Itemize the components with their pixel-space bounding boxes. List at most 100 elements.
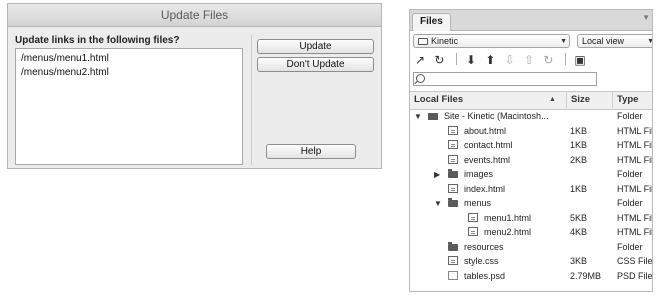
file-list-header: Local Files ▲ Size Type [410, 91, 652, 110]
list-item[interactable]: /menus/menu1.html [21, 52, 237, 66]
file-type: Folder [617, 111, 643, 121]
site-select-value: Kinetic [431, 36, 459, 46]
table-row[interactable]: ▼ Site - Kinetic (Macintosh... Folder [410, 109, 652, 124]
put-files-icon[interactable]: ⬆ [483, 53, 497, 67]
file-size: 2.79MB [570, 270, 602, 281]
file-type: Folder [617, 169, 643, 179]
file-size: 4KB [570, 227, 588, 237]
divider [564, 53, 566, 65]
html-file-icon [448, 154, 458, 164]
view-select[interactable]: Local view ▼ [577, 34, 652, 48]
folder-icon [448, 198, 458, 207]
folder-icon [418, 38, 428, 45]
dialog-prompt: Update links in the following files? [15, 35, 180, 46]
psd-file-icon [448, 270, 458, 280]
html-file-icon [448, 183, 458, 193]
file-name: style.css [464, 256, 499, 266]
table-row[interactable]: contact.html 1KB HTML File [410, 138, 652, 153]
help-button[interactable]: Help [266, 144, 356, 159]
connect-icon[interactable]: ↗ [413, 53, 427, 67]
linked-files-list[interactable]: /menus/menu1.html /menus/menu2.html [15, 48, 243, 165]
dialog-title: Update Files [8, 4, 381, 27]
file-name: contact.html [464, 140, 513, 150]
file-type: HTML File [617, 140, 652, 150]
html-file-icon [448, 125, 458, 135]
site-icon [428, 113, 438, 120]
file-name: menus [464, 198, 492, 208]
chevron-down-icon: ▼ [647, 35, 652, 47]
file-name: about.html [464, 125, 507, 136]
refresh-icon[interactable]: ↻ [432, 53, 446, 67]
update-button[interactable]: Update [257, 39, 374, 54]
file-type: HTML File [617, 227, 652, 237]
file-type: HTML File [617, 154, 652, 165]
table-row[interactable]: menu1.html 5KB HTML File [410, 211, 652, 226]
file-size: 2KB [570, 154, 588, 165]
file-name: images [464, 169, 494, 179]
column-local-files[interactable]: Local Files [414, 92, 463, 108]
table-row[interactable]: menu2.html 4KB HTML File [410, 225, 652, 240]
column-type[interactable]: Type [612, 92, 638, 108]
panel-menu-icon[interactable]: ▼ [642, 13, 650, 22]
check-out-icon[interactable]: ⇩ [503, 53, 517, 67]
table-row[interactable]: ▼ menus Folder [410, 196, 652, 211]
panel-tab-bar: Files ▼ [410, 10, 652, 31]
dont-update-button[interactable]: Don't Update [257, 57, 374, 72]
expand-view-icon[interactable]: ▣ [573, 53, 587, 67]
html-file-icon [468, 212, 478, 222]
html-file-icon [448, 256, 458, 265]
file-type: HTML File [617, 183, 652, 194]
folder-icon [448, 169, 458, 178]
update-files-dialog: Update Files Update links in the followi… [7, 3, 382, 169]
file-actions-toolbar: ↗ ↻ ⬇ ⬆ ⇩ ⇧ ↻ ▣ [413, 53, 589, 69]
file-name: tables.psd [464, 270, 506, 281]
sort-ascending-icon: ▲ [549, 96, 556, 103]
file-tree: ▼ Site - Kinetic (Macintosh... Folder about… [410, 109, 653, 284]
html-file-icon [448, 140, 458, 149]
file-type: Folder [617, 241, 643, 252]
table-row[interactable]: about.html 1KB HTML File [410, 124, 652, 139]
file-name: events.html [464, 154, 511, 165]
file-name: resources [464, 241, 504, 252]
file-type: PSD File [617, 270, 653, 281]
check-in-icon[interactable]: ⇧ [522, 53, 536, 67]
file-size: 5KB [570, 212, 588, 223]
disclosure-expanded-icon[interactable]: ▼ [414, 112, 422, 121]
file-size: 1KB [570, 183, 588, 194]
divider [251, 35, 252, 165]
files-panel: Files ▼ Kinetic ▼ Local view ▼ ↗ ↻ ⬇ ⬆ ⇩… [409, 9, 653, 292]
disclosure-collapsed-icon[interactable]: ▶ [434, 170, 440, 179]
file-type: Folder [617, 198, 643, 208]
table-row[interactable]: index.html 1KB HTML File [410, 182, 652, 197]
search-icon [416, 74, 425, 83]
table-row[interactable]: ▶ images Folder [410, 167, 652, 182]
file-name: Site - Kinetic (Macintosh... [444, 111, 549, 121]
table-row[interactable]: events.html 2KB HTML File [410, 153, 652, 168]
table-row[interactable]: style.css 3KB CSS File [410, 254, 653, 269]
tab-files[interactable]: Files [412, 13, 451, 31]
file-name: menu1.html [484, 212, 532, 223]
file-size: 1KB [570, 125, 588, 136]
folder-icon [448, 241, 458, 251]
file-name: index.html [464, 183, 506, 194]
table-row[interactable]: tables.psd 2.79MB PSD File [410, 269, 653, 284]
divider [455, 53, 457, 65]
synchronize-icon[interactable]: ↻ [541, 53, 555, 67]
disclosure-expanded-icon[interactable]: ▼ [434, 199, 442, 208]
site-toolbar: Kinetic ▼ Local view ▼ [413, 34, 652, 50]
file-name: menu2.html [484, 227, 532, 237]
file-size: 3KB [570, 256, 588, 266]
get-files-icon[interactable]: ⬇ [464, 53, 478, 67]
file-size: 1KB [570, 140, 588, 150]
list-item[interactable]: /menus/menu2.html [21, 66, 237, 80]
file-type: HTML File [617, 125, 652, 136]
column-size[interactable]: Size [566, 92, 590, 108]
file-type: CSS File [617, 256, 653, 266]
view-select-value: Local view [582, 36, 625, 46]
chevron-down-icon: ▼ [560, 38, 567, 45]
table-row[interactable]: resources Folder [410, 240, 652, 255]
html-file-icon [468, 227, 478, 236]
file-type: HTML File [617, 212, 652, 223]
site-select[interactable]: Kinetic ▼ [413, 34, 570, 48]
search-input[interactable] [413, 72, 597, 86]
